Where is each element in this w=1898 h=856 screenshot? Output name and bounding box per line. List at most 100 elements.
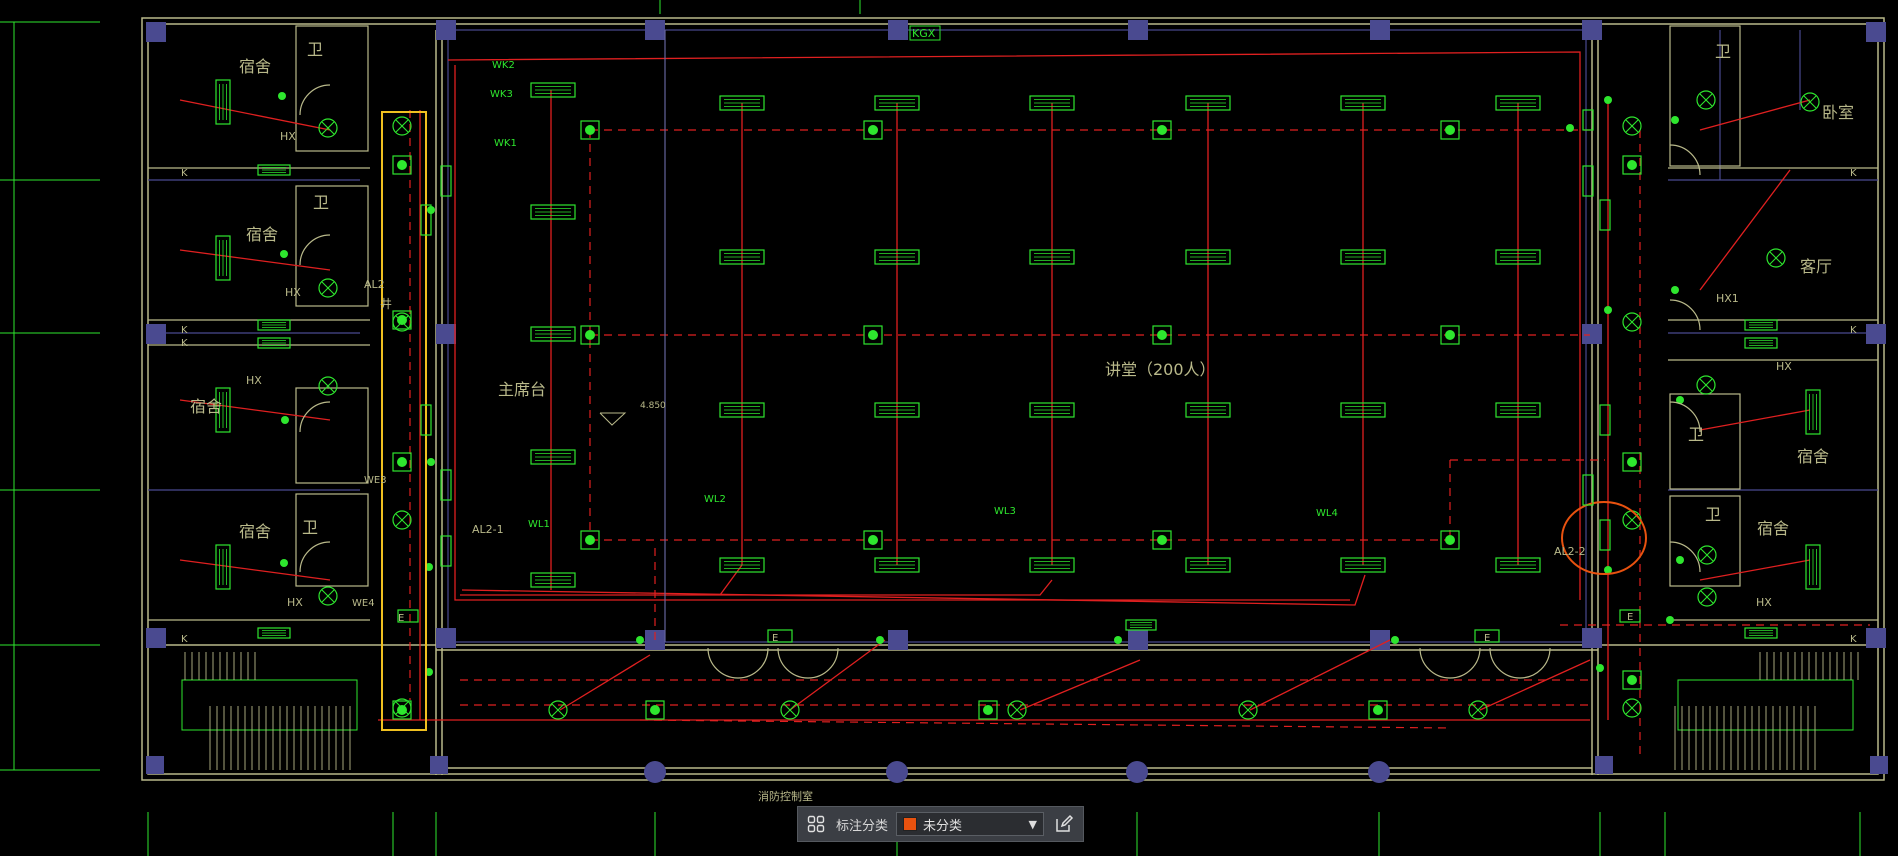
living-label: 客厅	[1800, 257, 1832, 276]
al2-label: AL2	[364, 278, 385, 291]
fluorescent-light	[530, 449, 576, 465]
exit-label-2: E	[772, 633, 778, 644]
kgx-label: KGX	[912, 27, 936, 40]
round-lamp	[318, 586, 338, 606]
round-lamp	[1696, 90, 1716, 110]
dorm-label-3: 宿舍	[190, 397, 222, 416]
fluorescent-light	[257, 164, 291, 176]
round-lamp	[1622, 510, 1642, 530]
level-marker	[599, 412, 627, 426]
junction-dot	[876, 636, 884, 644]
round-lamp	[1697, 545, 1717, 565]
junction-dot	[1114, 636, 1122, 644]
cad-canvas[interactable]: KGX 讲堂（200人） 主席台 4.850 WK2 WK3 WK1 WL1 W…	[0, 0, 1898, 856]
k-label-6: K	[1850, 325, 1857, 336]
round-lamp	[1622, 698, 1642, 718]
annotation-toolbar: 标注分类 未分类 ▼	[797, 806, 1084, 842]
fluorescent-light	[1744, 319, 1778, 331]
we3-label: WE3	[364, 475, 387, 486]
annotation-circle[interactable]	[1561, 501, 1647, 575]
junction-dot	[1666, 616, 1674, 624]
k-label-4: K	[181, 634, 188, 645]
dorm-label-2: 宿舍	[246, 225, 278, 244]
square-light	[392, 310, 412, 330]
stair-steps-right	[1674, 652, 1859, 770]
hx-label-6: HX	[1756, 596, 1772, 609]
exit-label-1: E	[398, 613, 404, 624]
junction-dots	[278, 92, 1684, 676]
round-lamp	[318, 278, 338, 298]
fluorescent-light	[1125, 619, 1157, 631]
dashed-circuits	[409, 110, 1870, 760]
dorm-label-6: 宿舍	[1757, 519, 1789, 538]
junction-dot	[281, 416, 289, 424]
wk1-label: WK1	[494, 138, 517, 149]
bath-label-2: 卫	[313, 193, 329, 212]
junction-dot	[278, 92, 286, 100]
bath-label-5: 卫	[1688, 425, 1704, 444]
fluorescent-light	[215, 235, 231, 281]
round-lamp	[548, 700, 568, 720]
square-light	[392, 452, 412, 472]
k-label-2: K	[181, 325, 188, 336]
bath-label-1: 卫	[307, 40, 323, 59]
category-select-value: 未分类	[923, 818, 963, 834]
bedroom-label: 卧室	[1822, 103, 1854, 122]
wk3-label: WK3	[490, 89, 513, 100]
left-room-walls	[148, 25, 1878, 621]
k-label-5: K	[1850, 168, 1857, 179]
stair-steps-left	[184, 652, 351, 770]
square-light	[392, 155, 412, 175]
hx-label-2: HX	[285, 286, 301, 299]
square-light	[392, 700, 412, 720]
well-label: 井	[380, 297, 392, 311]
round-lamp	[1622, 116, 1642, 136]
junction-dot	[427, 458, 435, 466]
k-label-1: K	[181, 168, 188, 179]
wl1-label: WL1	[528, 519, 550, 530]
fluorescent-light	[530, 82, 576, 98]
wl4-label: WL4	[1316, 508, 1338, 519]
junction-dot	[280, 559, 288, 567]
edit-icon[interactable]	[1052, 812, 1076, 836]
square-light	[1622, 452, 1642, 472]
category-select[interactable]: 未分类 ▼	[896, 812, 1045, 836]
columns	[146, 20, 1888, 783]
junction-dot	[1671, 286, 1679, 294]
round-lamp	[1238, 700, 1258, 720]
stairs	[181, 679, 1854, 731]
floor-plan-drawing[interactable]: KGX 讲堂（200人） 主席台 4.850 WK2 WK3 WK1 WL1 W…	[0, 0, 1898, 856]
square-light	[863, 325, 883, 345]
hx1-label: HX1	[1716, 292, 1739, 305]
round-lamp	[392, 116, 412, 136]
dorm-label-4: 宿舍	[239, 522, 271, 541]
dimension-ruler	[0, 21, 100, 771]
al2-1-label: AL2-1	[472, 523, 504, 536]
hx-label-1: HX	[280, 130, 296, 143]
fluorescent-light	[530, 572, 576, 588]
square-light	[1622, 155, 1642, 175]
round-lamp	[780, 700, 800, 720]
outer-walls	[141, 17, 1885, 781]
hx-label-4: HX	[287, 596, 303, 609]
square-light	[1368, 700, 1388, 720]
junction-dot	[1604, 96, 1612, 104]
hx-label-5: HX	[1776, 360, 1792, 373]
stage-label: 主席台	[498, 380, 546, 399]
square-light	[863, 120, 883, 140]
exit-label-3: E	[1484, 633, 1490, 644]
bottom-note: 消防控制室	[758, 789, 813, 803]
exit-label-4: E	[1627, 612, 1633, 623]
fluorescent-light	[257, 337, 291, 349]
annotation-category-label: 标注分类	[836, 818, 889, 834]
fluorescent-light	[1744, 337, 1778, 349]
fluorescent-light	[257, 627, 291, 639]
junction-dot	[1566, 124, 1574, 132]
wl2-label: WL2	[704, 494, 726, 505]
k-label-7: K	[1850, 634, 1857, 645]
wl3-label: WL3	[994, 506, 1016, 517]
dorm-label-1: 宿舍	[239, 57, 271, 76]
fluorescent-light	[1744, 627, 1778, 639]
bath-label-3: 卫	[302, 518, 318, 537]
grid-icon[interactable]	[804, 812, 828, 836]
